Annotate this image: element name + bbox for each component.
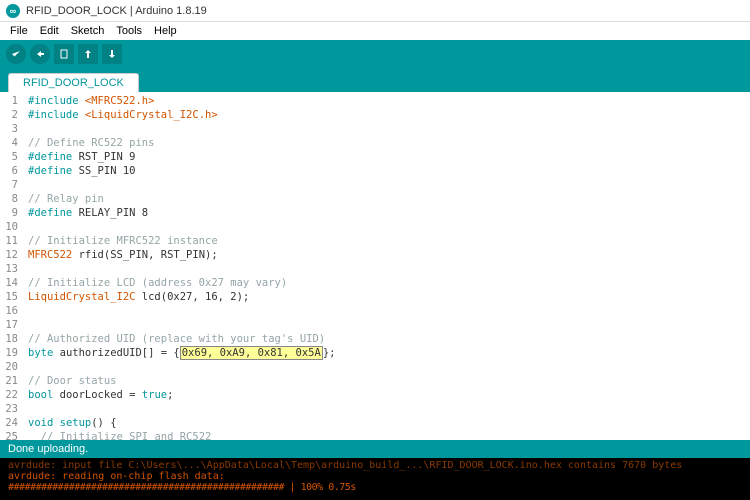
save-button[interactable] [102, 44, 122, 64]
menu-help[interactable]: Help [148, 25, 183, 37]
tabbar: RFID_DOOR_LOCK [0, 68, 750, 92]
menubar: File Edit Sketch Tools Help [0, 22, 750, 40]
open-button[interactable] [78, 44, 98, 64]
status-message: Done uploading. [8, 443, 88, 455]
menu-tools[interactable]: Tools [110, 25, 148, 37]
upload-button[interactable] [30, 44, 50, 64]
console-line: avrdude: input file C:\Users\...\AppData… [8, 460, 742, 471]
console[interactable]: avrdude: input file C:\Users\...\AppData… [0, 458, 750, 500]
window-title: RFID_DOOR_LOCK | Arduino 1.8.19 [26, 5, 207, 17]
new-button[interactable] [54, 44, 74, 64]
status-bar: Done uploading. [0, 440, 750, 458]
tab-sketch[interactable]: RFID_DOOR_LOCK [8, 73, 139, 92]
code-editor[interactable]: 1234567891011121314151617181920212223242… [0, 92, 750, 440]
toolbar [0, 40, 750, 68]
verify-button[interactable] [6, 44, 26, 64]
console-line: ########################################… [8, 482, 742, 493]
console-line: avrdude: reading on-chip flash data: [8, 471, 742, 482]
arduino-icon: ∞ [6, 4, 20, 18]
line-numbers: 1234567891011121314151617181920212223242… [0, 92, 22, 440]
menu-file[interactable]: File [4, 25, 34, 37]
menu-edit[interactable]: Edit [34, 25, 65, 37]
code-area[interactable]: #include <MFRC522.h>#include <LiquidCrys… [22, 92, 750, 440]
menu-sketch[interactable]: Sketch [65, 25, 111, 37]
titlebar: ∞ RFID_DOOR_LOCK | Arduino 1.8.19 [0, 0, 750, 22]
